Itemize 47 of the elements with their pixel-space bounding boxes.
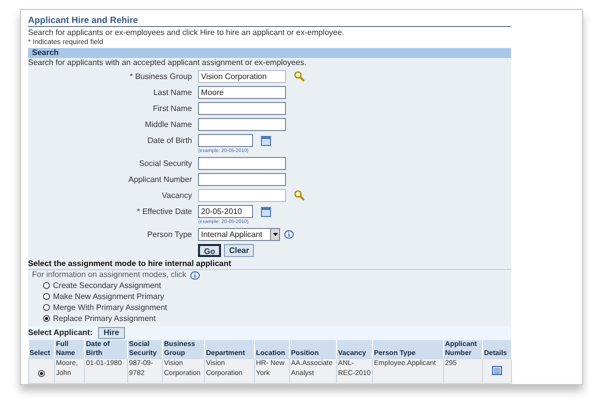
radio-label: Replace Primary Assignment xyxy=(53,312,156,324)
lookup-field[interactable]: Vision Corporation xyxy=(198,70,286,83)
lookup-field[interactable] xyxy=(198,189,286,202)
field-label: Applicant Number xyxy=(127,174,193,186)
field-label: Last Name xyxy=(152,86,193,98)
date-field[interactable]: 20-05-2010 xyxy=(198,205,253,218)
text-field[interactable] xyxy=(198,157,286,170)
info-icon[interactable] xyxy=(190,270,200,280)
search-icon[interactable] xyxy=(294,71,305,82)
assignment-header: Select the assignment mode to hire internal applicant xyxy=(28,259,511,270)
intro-text: Search for applicants or ex-employees and click Hire to hire an applicant or ex-employee. xyxy=(28,28,346,38)
text-field[interactable] xyxy=(198,118,286,131)
field-label: Middle Name xyxy=(144,118,193,130)
info-icon[interactable] xyxy=(284,230,294,239)
field-label: First Name xyxy=(152,102,193,114)
hire-button[interactable]: Hire xyxy=(98,327,126,339)
radio-label: Create Secondary Assignment xyxy=(53,280,162,292)
calendar-icon[interactable] xyxy=(261,136,271,146)
clear-button[interactable]: Clear xyxy=(224,244,254,257)
radio-button[interactable] xyxy=(38,370,45,377)
radio-button[interactable] xyxy=(43,293,50,300)
field-label: Social Security xyxy=(138,158,193,170)
details-icon[interactable] xyxy=(492,366,502,376)
field-label: Date of Birth xyxy=(146,134,193,146)
caret-icon xyxy=(272,233,278,236)
radio-button[interactable] xyxy=(43,315,50,322)
text-field[interactable] xyxy=(198,173,286,186)
info-text: For information on assignment modes, click xyxy=(32,270,186,280)
radio-button[interactable] xyxy=(43,282,50,289)
radio-label: Merge With Primary Assignment xyxy=(53,302,168,314)
go-button[interactable]: Go xyxy=(198,244,222,257)
search-header: Search xyxy=(28,48,511,58)
page-title: Applicant Hire and Rehire xyxy=(28,14,511,27)
field-label: * Business Group xyxy=(128,70,193,82)
field-label: Vacancy xyxy=(160,190,193,202)
calendar-icon[interactable] xyxy=(261,206,271,216)
text-field[interactable]: Moore xyxy=(198,86,286,99)
search-intro: Search for applicants with an accepted applicant assignment or ex-employees. xyxy=(28,58,308,68)
field-label: Person Type xyxy=(146,228,193,240)
search-icon[interactable] xyxy=(294,190,305,201)
field-label: * Effective Date xyxy=(136,206,193,218)
text-field[interactable] xyxy=(198,102,286,115)
radio-button[interactable] xyxy=(43,304,50,311)
date-field[interactable] xyxy=(198,134,253,147)
dropdown[interactable]: Internal Applicant xyxy=(198,228,280,241)
select-label: Select Applicant: xyxy=(28,327,93,339)
radio-label: Make New Assignment Primary xyxy=(53,290,164,302)
